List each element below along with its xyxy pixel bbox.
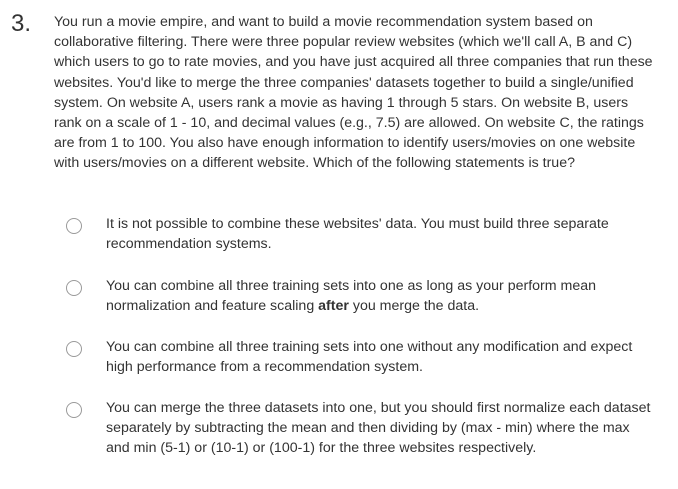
answer-option-text: You can combine all three training sets …	[106, 276, 651, 316]
answer-option-emphasis: after	[318, 298, 349, 315]
radio-button-icon[interactable]	[66, 218, 82, 234]
answer-option-text-part: you merge the data.	[348, 298, 480, 315]
answer-option-text: It is not possible to combine these webs…	[106, 216, 609, 253]
radio-button-icon[interactable]	[66, 402, 82, 418]
question-number: 3.	[11, 10, 32, 37]
question-block: 3. You run a movie empire, and want to b…	[0, 0, 678, 489]
answer-option-text: You can combine all three training sets …	[106, 339, 633, 376]
radio-button-icon[interactable]	[66, 341, 82, 357]
answer-option-text: You can merge the three datasets into on…	[106, 400, 651, 457]
question-stem: You run a movie empire, and want to buil…	[54, 14, 653, 172]
radio-button-icon[interactable]	[66, 280, 82, 296]
